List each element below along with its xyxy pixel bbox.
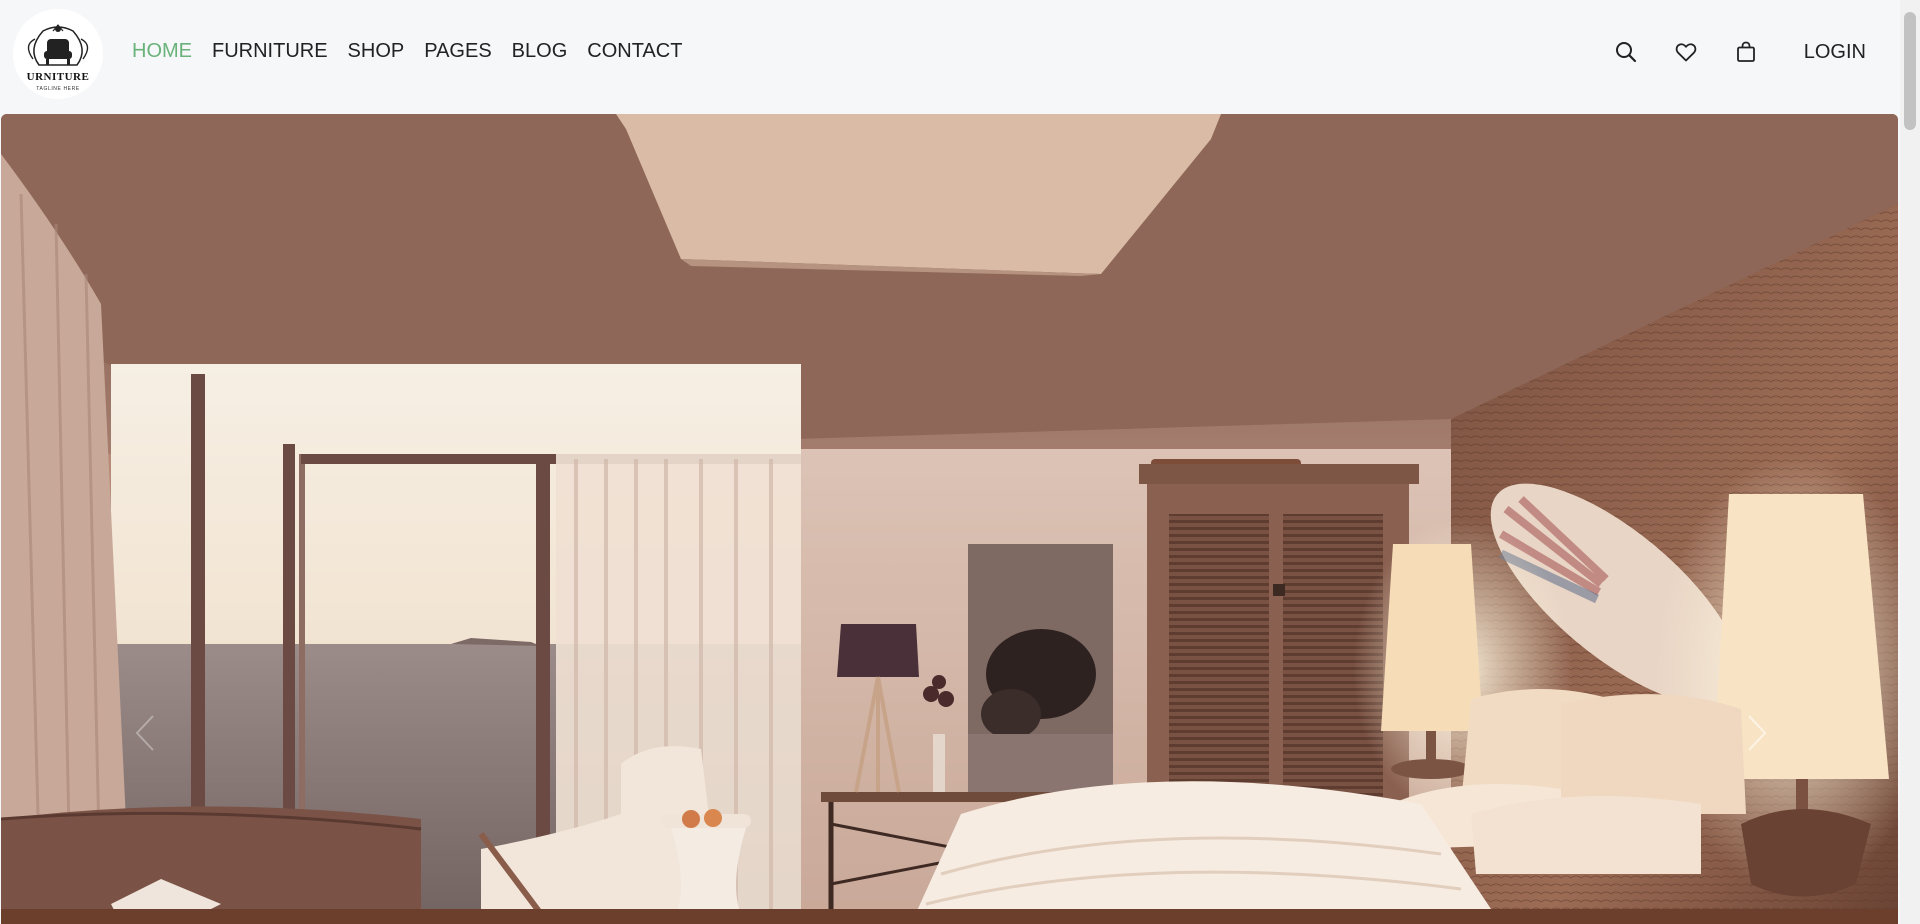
chevron-left-icon [135, 715, 154, 751]
nav-pages[interactable]: PAGES [424, 40, 491, 63]
wishlist-button[interactable] [1672, 38, 1700, 66]
main-nav: HOME FURNITURE SHOP PAGES BLOG CONTACT [132, 40, 682, 63]
heart-icon [1675, 43, 1696, 62]
hero-slider [1, 114, 1898, 924]
logo-text: URNITURE [26, 71, 90, 83]
logo-tagline: TAGLINE HERE [36, 86, 80, 92]
slider-next-button[interactable] [1741, 712, 1771, 754]
chevron-right-icon [1748, 715, 1767, 751]
slider-prev-button[interactable] [131, 712, 161, 754]
page-scrollbar[interactable] [1900, 0, 1920, 924]
nav-furniture[interactable]: FURNITURE [212, 40, 328, 63]
site-header: URNITURE TAGLINE HERE HOME FURNITURE SHO… [0, 0, 1900, 110]
shopping-bag-icon [1736, 41, 1755, 62]
nav-blog[interactable]: BLOG [512, 40, 568, 63]
nav-contact[interactable]: CONTACT [587, 40, 682, 63]
search-icon [1615, 42, 1636, 63]
site-logo[interactable]: URNITURE TAGLINE HERE [13, 9, 103, 99]
search-button[interactable] [1612, 38, 1640, 66]
login-link[interactable]: LOGIN [1804, 41, 1866, 64]
nav-home[interactable]: HOME [132, 40, 192, 63]
header-actions: LOGIN [1612, 38, 1900, 66]
nav-shop[interactable]: SHOP [348, 40, 405, 63]
bedroom-hero-image [1, 114, 1898, 924]
scrollbar-thumb[interactable] [1904, 12, 1916, 130]
cart-button[interactable] [1732, 38, 1760, 66]
